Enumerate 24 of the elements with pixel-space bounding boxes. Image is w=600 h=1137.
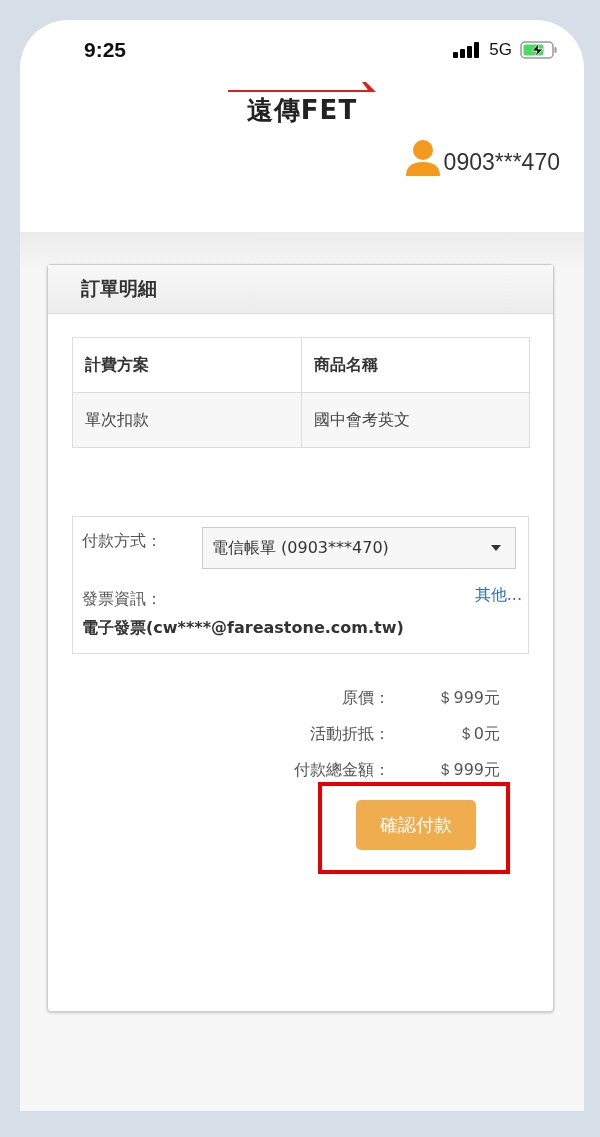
- account-number: 0903***470: [443, 149, 560, 176]
- payment-select[interactable]: 電信帳單 (0903***470): [202, 527, 516, 569]
- payment-label: 付款方式：: [82, 531, 162, 552]
- user-icon: [403, 138, 442, 176]
- summary-value: ＄999元: [436, 759, 500, 781]
- table-cell: 單次扣款: [72, 392, 301, 448]
- battery-charging-icon: [520, 41, 558, 59]
- table-cell: 國中會考英文: [301, 392, 530, 448]
- column-header: 計費方案: [72, 337, 301, 393]
- card-title: 訂單明細: [81, 276, 157, 301]
- invoice-value: 電子發票(cw****@fareastone.com.tw): [82, 618, 405, 639]
- other-link[interactable]: 其他...: [474, 585, 522, 610]
- summary-value: ＄999元: [436, 687, 500, 709]
- summary-label: 付款總金額：: [293, 759, 390, 781]
- caret-icon: [491, 545, 501, 551]
- invoice-label: 發票資訊：: [82, 589, 162, 610]
- brand-logo: 遠傳FET: [228, 80, 376, 124]
- network-label: 5G: [489, 40, 512, 60]
- summary-label: 原價：: [341, 687, 390, 709]
- summary-label: 活動折抵：: [309, 723, 390, 745]
- signal-icon: [453, 42, 482, 58]
- summary-value: ＄0元: [456, 723, 500, 745]
- status-time: 9:25: [84, 38, 127, 62]
- column-header: 商品名稱: [301, 337, 530, 393]
